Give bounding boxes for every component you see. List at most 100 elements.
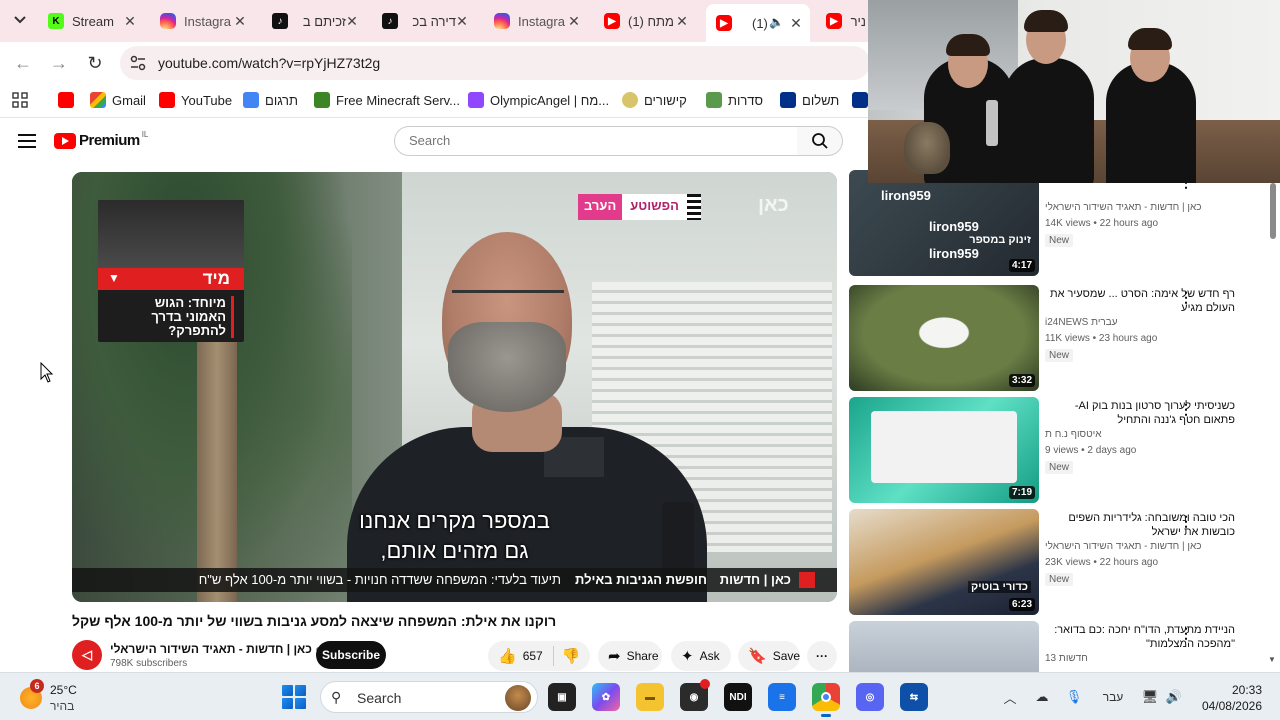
recommendation-channel[interactable]: חדשות 13 — [1045, 653, 1088, 664]
apps-grid-icon[interactable] — [12, 91, 28, 109]
page-scrollbar[interactable]: ▼ — [1268, 183, 1278, 664]
recommendation-channel[interactable]: כאן | חדשות - תאגיד השידור הישראלי — [1045, 202, 1201, 213]
tab-instagram-2[interactable]: Instagra ✕ — [494, 6, 582, 36]
thumb-overlay-name: liron959 — [929, 246, 979, 261]
close-icon[interactable]: ✕ — [566, 13, 582, 29]
recommendation-thumbnail[interactable]: 7:19 — [849, 397, 1039, 503]
tab-search-chevron-icon[interactable] — [8, 8, 32, 32]
close-icon[interactable]: ✕ — [232, 13, 248, 29]
bookmark-youtube[interactable]: YouTube — [159, 91, 232, 109]
subscribe-button[interactable]: Subscribe — [316, 641, 386, 669]
close-icon[interactable]: ✕ — [344, 13, 360, 29]
bookmark-translate[interactable]: תרגום — [243, 91, 298, 109]
recommendation-title[interactable]: רף חדש של אימה: הסרט ... שמסעיר את העולם… — [1045, 287, 1235, 315]
chevron-up-icon[interactable]: ︿ — [1000, 687, 1020, 707]
new-badge: New — [1045, 349, 1074, 362]
scroll-down-arrow-icon[interactable]: ▼ — [1268, 655, 1276, 664]
copilot-icon[interactable]: ✿ — [592, 683, 620, 711]
file-explorer-icon[interactable]: ▬ — [636, 683, 664, 711]
more-vertical-icon[interactable]: ⋮ — [1179, 625, 1193, 642]
recommendation-thumbnail[interactable]: liron959 liron959 liron959 זינוק במספר 4… — [849, 170, 1039, 276]
more-actions-button[interactable]: ··· — [807, 641, 837, 671]
bookmark-youtube-icon-only[interactable] — [58, 91, 80, 109]
channel-name[interactable]: כאן | חדשות - תאגיד השידור הישראלי ● — [110, 642, 322, 656]
teamviewer-icon[interactable]: ⇆ — [900, 683, 928, 711]
recommendation-item[interactable]: כדורי בוטיק 6:23 הכי טובה ומשובחה: גלידר… — [849, 509, 1280, 617]
microphone-icon[interactable]: 🎙 — [1064, 687, 1084, 707]
search-button[interactable] — [797, 126, 843, 156]
recommendation-item[interactable]: 3:32 רף חדש של אימה: הסרט ... שמסעיר את … — [849, 285, 1280, 393]
search-box[interactable] — [394, 126, 798, 156]
notepad-icon[interactable]: ≡ — [768, 683, 796, 711]
recommendation-thumbnail[interactable]: כדורי בוטיק 6:23 — [849, 509, 1039, 615]
recommendation-item[interactable]: 7:19 כשניסיתי לערוך סרטון בנות בוק AI-פת… — [849, 397, 1280, 505]
recommendation-title[interactable]: הכי טובה ומשובחה: גלידריות השפים כובשות … — [1045, 511, 1235, 539]
search-input[interactable] — [409, 133, 779, 148]
cloud-off-icon[interactable]: ☁ — [1032, 687, 1052, 707]
forward-arrow-icon[interactable]: → — [46, 50, 72, 76]
recommendation-title[interactable]: הניידת מתעדת, הדו"ח יחכה :כם בדואר: "מהפ… — [1045, 623, 1235, 651]
recommendation-channel[interactable]: כאן | חדשות - תאגיד השידור הישראלי — [1045, 541, 1201, 552]
taskbar-search-box[interactable]: ⚲ Search — [320, 681, 538, 713]
tab-kick-stream[interactable]: K Stream ✕ — [48, 6, 138, 36]
speaker-icon[interactable]: 🔈 — [769, 15, 784, 29]
tab-tiktok-1[interactable]: ♪ זכיתם ב ✕ — [272, 6, 360, 36]
recommendation-thumbnail[interactable]: 3:32 — [849, 285, 1039, 391]
channel-name-text: כאן | חדשות - תאגיד השידור הישראלי — [110, 642, 312, 656]
more-vertical-icon[interactable]: ⋮ — [1179, 401, 1193, 418]
recommendation-channel[interactable]: איטסוף נ.ח ת — [1045, 429, 1102, 440]
close-icon[interactable]: ✕ — [788, 15, 804, 31]
bookmark-olympicangel[interactable]: OlympicAngel | מח... — [468, 91, 609, 109]
tab-youtube-1[interactable]: ▶ (1) מתח ✕ — [604, 6, 690, 36]
back-arrow-icon[interactable]: ← — [10, 50, 36, 76]
more-vertical-icon[interactable]: ⋮ — [1179, 513, 1193, 530]
video-player[interactable]: ▼ מיד מיוחד: הגוש האמוני בדרך להתפרק? הע… — [72, 172, 837, 602]
youtube-premium-logo[interactable]: Premium IL — [54, 130, 148, 149]
close-icon[interactable]: ✕ — [454, 13, 470, 29]
tab-tiktok-2[interactable]: ♪ דירה בכ ✕ — [382, 6, 470, 36]
recommendation-channel[interactable]: i24NEWS עברית — [1045, 317, 1118, 328]
bookmark-gmail[interactable]: Gmail — [90, 91, 146, 109]
recommendation-thumbnail[interactable] — [849, 621, 1039, 672]
ndi-icon[interactable]: NDI — [724, 683, 752, 711]
network-icon[interactable]: 🖥 — [1140, 687, 1160, 707]
windows-start-icon[interactable] — [282, 685, 306, 709]
scrollbar-thumb[interactable] — [1270, 183, 1276, 239]
chrome-icon[interactable] — [812, 683, 840, 717]
menu-icon[interactable] — [18, 134, 36, 148]
ask-button[interactable]: ✦ Ask — [671, 641, 731, 671]
tab-title: ניר — [850, 13, 866, 29]
tab-youtube-2[interactable]: ▶ ניר — [826, 6, 868, 36]
channel-avatar[interactable]: ◁ — [72, 640, 102, 670]
reload-icon[interactable]: ↻ — [82, 50, 108, 76]
dislike-button[interactable]: 👎 — [562, 647, 581, 665]
site-settings-icon[interactable] — [128, 53, 148, 73]
close-icon[interactable]: ✕ — [674, 13, 690, 29]
address-bar[interactable]: youtube.com/watch?v=rpYjHZ73t2g — [120, 46, 870, 80]
video-title-text: רוקנו את אילת: המשפחה שיצאה למסע גניבות … — [72, 613, 557, 629]
close-icon[interactable]: ✕ — [122, 13, 138, 29]
weather-widget[interactable]: 6 25°C בהיר — [18, 679, 98, 715]
obs-icon[interactable]: ◉ — [680, 679, 710, 711]
tab-youtube-active[interactable]: ▶ (1) 🔈 ✕ — [706, 4, 810, 42]
tab-instagram-1[interactable]: Instagra ✕ — [160, 6, 248, 36]
input-language-indicator[interactable]: עבר — [1100, 687, 1126, 707]
volume-icon[interactable]: 🔊 — [1164, 687, 1184, 707]
bookmark-payment[interactable]: תשלום — [780, 91, 839, 109]
save-button[interactable]: 🔖 Save — [738, 641, 800, 671]
bookmark-minecraft[interactable]: Free Minecraft Serv... — [314, 91, 460, 109]
bookmark-series-folder[interactable]: סדרות — [706, 91, 763, 109]
system-clock[interactable]: 20:33 04/08/2026 — [1200, 682, 1262, 714]
search-highlight-owl-icon — [505, 685, 531, 711]
video-duration: 7:19 — [1008, 486, 1035, 499]
recommendation-title[interactable]: כשניסיתי לערוך סרטון בנות בוק AI-פתאום ח… — [1045, 399, 1235, 427]
like-button[interactable]: 👍 657 — [488, 647, 543, 665]
more-vertical-icon[interactable]: ⋮ — [1179, 289, 1193, 306]
bookmark-label: Gmail — [112, 92, 146, 108]
bookmark-links-folder[interactable]: קישורים — [622, 91, 687, 109]
recommendation-item[interactable]: liron959 liron959 liron959 זינוק במספר 4… — [849, 170, 1280, 278]
recommendation-item[interactable]: הניידת מתעדת, הדו"ח יחכה :כם בדואר: "מהפ… — [849, 621, 1280, 672]
task-view-icon[interactable]: ▣ — [548, 683, 576, 711]
discord-icon[interactable]: ◎ — [856, 683, 884, 711]
share-button[interactable]: ➦ Share — [598, 641, 662, 671]
